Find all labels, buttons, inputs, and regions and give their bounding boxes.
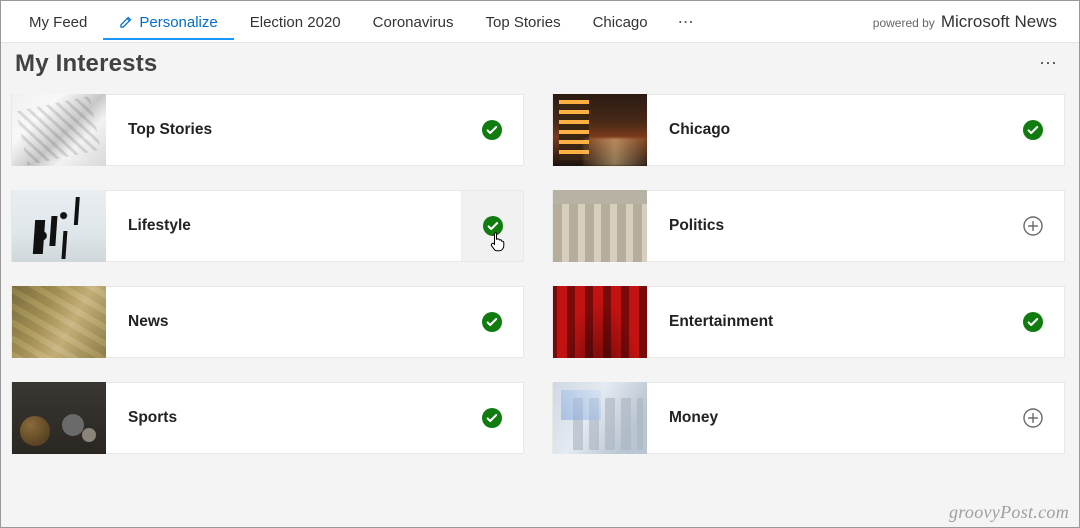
- interest-toggle-button[interactable]: [461, 287, 523, 357]
- plus-circle-icon: [1023, 216, 1043, 236]
- page-header: My Interests ⋯: [1, 43, 1079, 82]
- interest-toggle-button[interactable]: [461, 95, 523, 165]
- ellipsis-icon: ⋯: [678, 14, 694, 31]
- check-circle-icon: [483, 216, 503, 236]
- interest-thumbnail: [553, 190, 647, 262]
- tab-label: Chicago: [593, 14, 648, 31]
- interest-label: Money: [647, 409, 1002, 427]
- header-more-button[interactable]: ⋯: [1035, 49, 1061, 78]
- tab-personalize[interactable]: Personalize: [103, 4, 233, 40]
- page-title: My Interests: [15, 50, 157, 78]
- interests-grid: Top Stories Chicago Lifestyle Politics News E…: [1, 82, 1079, 468]
- pencil-icon: [119, 15, 133, 29]
- tab-top-stories[interactable]: Top Stories: [470, 4, 577, 40]
- tab-label: Personalize: [139, 14, 217, 31]
- interest-thumbnail: [553, 94, 647, 166]
- interest-card[interactable]: Money: [552, 382, 1065, 454]
- interest-card[interactable]: Politics: [552, 190, 1065, 262]
- tab-label: Top Stories: [486, 14, 561, 31]
- tab-label: My Feed: [29, 14, 87, 31]
- tab-coronavirus[interactable]: Coronavirus: [357, 4, 470, 40]
- interest-thumbnail: [553, 382, 647, 454]
- interest-label: Top Stories: [106, 121, 461, 139]
- ellipsis-icon: ⋯: [1039, 53, 1057, 73]
- interest-card[interactable]: News: [11, 286, 524, 358]
- interest-toggle-button[interactable]: [461, 383, 523, 453]
- interest-label: Chicago: [647, 121, 1002, 139]
- tabs-more-button[interactable]: ⋯: [664, 2, 708, 42]
- check-circle-icon: [1023, 120, 1043, 140]
- check-circle-icon: [482, 120, 502, 140]
- top-nav: My Feed Personalize Election 2020 Corona…: [1, 1, 1079, 43]
- interest-card[interactable]: Chicago: [552, 94, 1065, 166]
- tab-chicago[interactable]: Chicago: [577, 4, 664, 40]
- powered-by: powered by Microsoft News: [873, 12, 1067, 32]
- interest-thumbnail: [12, 382, 106, 454]
- powered-prefix: powered by: [873, 16, 935, 30]
- check-circle-icon: [482, 408, 502, 428]
- check-circle-icon: [482, 312, 502, 332]
- interest-label: Politics: [647, 217, 1002, 235]
- interest-toggle-button[interactable]: [1002, 287, 1064, 357]
- powered-brand: Microsoft News: [941, 12, 1057, 32]
- tab-election-2020[interactable]: Election 2020: [234, 4, 357, 40]
- tab-label: Election 2020: [250, 14, 341, 31]
- interest-thumbnail: [553, 286, 647, 358]
- interest-card[interactable]: Entertainment: [552, 286, 1065, 358]
- interest-card[interactable]: Top Stories: [11, 94, 524, 166]
- tab-my-feed[interactable]: My Feed: [13, 4, 103, 40]
- interest-label: Sports: [106, 409, 461, 427]
- interest-toggle-button[interactable]: [461, 191, 523, 261]
- interest-toggle-button[interactable]: [1002, 95, 1064, 165]
- interest-label: Entertainment: [647, 313, 1002, 331]
- interest-label: News: [106, 313, 461, 331]
- interest-toggle-button[interactable]: [1002, 383, 1064, 453]
- interest-thumbnail: [12, 286, 106, 358]
- interest-thumbnail: [12, 94, 106, 166]
- interest-card[interactable]: Sports: [11, 382, 524, 454]
- plus-circle-icon: [1023, 408, 1043, 428]
- interest-thumbnail: [12, 190, 106, 262]
- check-circle-icon: [1023, 312, 1043, 332]
- watermark: groovyPost.com: [949, 502, 1069, 523]
- tab-label: Coronavirus: [373, 14, 454, 31]
- interest-label: Lifestyle: [106, 217, 461, 235]
- interest-toggle-button[interactable]: [1002, 191, 1064, 261]
- interest-card[interactable]: Lifestyle: [11, 190, 524, 262]
